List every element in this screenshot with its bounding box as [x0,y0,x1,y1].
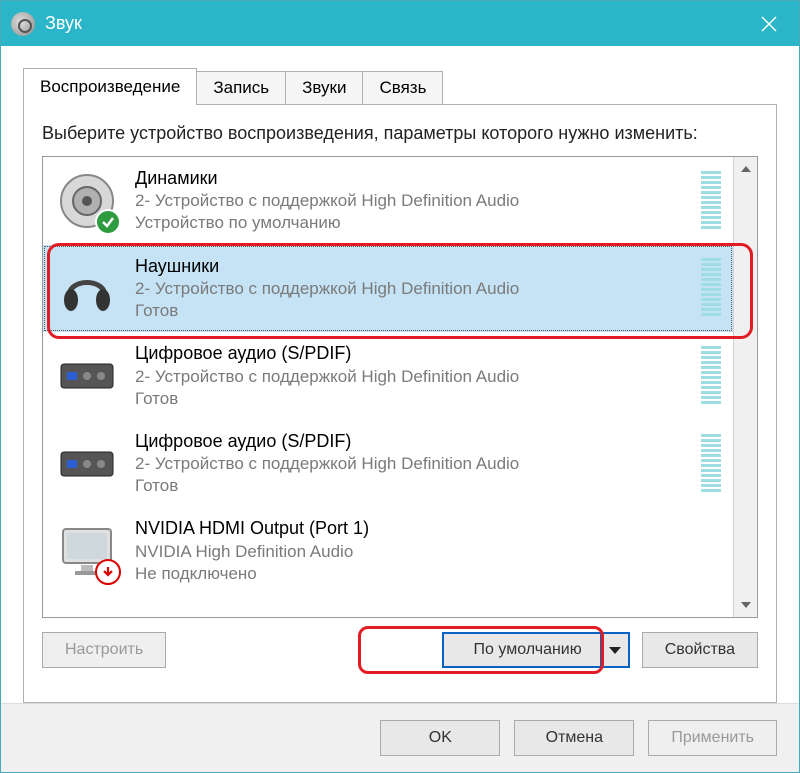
level-meter [701,346,721,406]
monitor-icon [55,519,119,583]
tab-sounds[interactable]: Звуки [285,71,363,104]
device-status: Устройство по умолчанию [135,212,693,234]
device-row-headphones[interactable]: Наушники 2- Устройство с поддержкой High… [43,245,733,333]
tab-communications[interactable]: Связь [362,71,443,104]
device-subtitle: 2- Устройство с поддержкой High Definiti… [135,366,693,388]
device-status: Готов [135,475,693,497]
device-title: NVIDIA HDMI Output (Port 1) [135,517,721,540]
tab-playback[interactable]: Воспроизведение [23,68,197,105]
tab-strip: Воспроизведение Запись Звуки Связь [23,68,777,104]
device-subtitle: NVIDIA High Definition Audio [135,541,721,563]
level-meter [701,171,721,231]
window-title: Звук [45,13,82,34]
close-icon [761,16,777,32]
device-title: Наушники [135,255,693,278]
headphones-icon [55,256,119,320]
sound-dialog: Звук Воспроизведение Запись Звуки Связь … [0,0,800,773]
device-row-spdif-2[interactable]: Цифровое аудио (S/PDIF) 2- Устройство с … [43,420,733,508]
cancel-button[interactable]: Отмена [514,720,634,756]
device-subtitle: 2- Устройство с поддержкой High Definiti… [135,453,693,475]
scroll-down-button[interactable] [734,593,757,617]
spdif-icon [55,432,119,496]
configure-button[interactable]: Настроить [42,632,166,668]
device-title: Динамики [135,167,693,190]
tab-recording[interactable]: Запись [196,71,286,104]
device-subtitle: 2- Устройство с поддержкой High Definiti… [135,278,693,300]
device-title: Цифровое аудио (S/PDIF) [135,430,693,453]
sound-icon [11,12,35,36]
properties-button[interactable]: Свойства [642,632,758,668]
device-row-spdif-1[interactable]: Цифровое аудио (S/PDIF) 2- Устройство с … [43,332,733,420]
set-default-dropdown[interactable] [600,634,628,666]
client-area: Воспроизведение Запись Звуки Связь Выбер… [1,46,799,703]
speaker-icon [55,169,119,233]
close-button[interactable] [749,1,789,46]
device-row-speakers[interactable]: Динамики 2- Устройство с поддержкой High… [43,157,733,245]
chevron-down-icon [609,647,621,654]
device-status: Готов [135,388,693,410]
set-default-button[interactable]: По умолчанию [442,632,630,668]
device-status: Готов [135,300,693,322]
disconnected-badge-icon [95,559,121,585]
device-status: Не подключено [135,563,721,585]
default-badge-icon [95,209,121,235]
device-row-hdmi[interactable]: NVIDIA HDMI Output (Port 1) NVIDIA High … [43,507,733,595]
level-meter [701,434,721,494]
scrollbar[interactable] [733,157,757,617]
instruction-text: Выберите устройство воспроизведения, пар… [42,123,758,144]
ok-button[interactable]: OK [380,720,500,756]
chevron-down-icon [741,602,751,608]
device-listbox: Динамики 2- Устройство с поддержкой High… [42,156,758,618]
device-subtitle: 2- Устройство с поддержкой High Definiti… [135,190,693,212]
spdif-icon [55,344,119,408]
apply-button[interactable]: Применить [648,720,777,756]
dialog-button-row: OK Отмена Применить [1,703,799,772]
scroll-track[interactable] [734,181,757,593]
device-title: Цифровое аудио (S/PDIF) [135,342,693,365]
scroll-up-button[interactable] [734,157,757,181]
level-meter [701,258,721,318]
titlebar: Звук [1,1,799,46]
tab-panel-playback: Выберите устройство воспроизведения, пар… [23,104,777,703]
device-button-row: Настроить По умолчанию Свойства [42,618,758,684]
device-list[interactable]: Динамики 2- Устройство с поддержкой High… [43,157,733,617]
chevron-up-icon [741,166,751,172]
